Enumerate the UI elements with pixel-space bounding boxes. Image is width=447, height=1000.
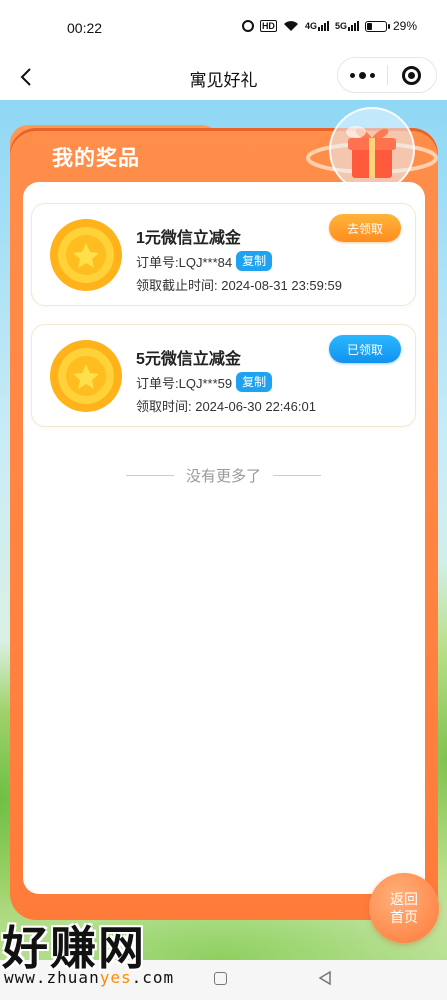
- back-to-home-button[interactable]: 返回 首页: [369, 873, 439, 943]
- battery-text: 29%: [392, 19, 417, 33]
- order-number-text: 订单号:LQJ***59: [136, 375, 233, 391]
- prize-name: 1元微信立减金: [136, 230, 241, 247]
- alarm-icon: [241, 20, 254, 32]
- nav-bar: 寓见好礼: [0, 54, 447, 100]
- prize-name: 5元微信立减金: [136, 351, 241, 368]
- home-button-line2: 首页: [390, 909, 418, 925]
- coin-icon: [50, 340, 122, 412]
- system-nav-bar: [0, 960, 447, 1000]
- prize-card: 1元微信立减金 订单号:LQJ***84 复制 领取截止时间: 2024-08-…: [31, 203, 416, 306]
- status-time: 00:22: [67, 20, 103, 36]
- mini-program-capsule: [337, 57, 437, 93]
- divider-line: [273, 475, 321, 476]
- list-end-indicator: 没有更多了: [0, 465, 447, 486]
- target-close-icon: [402, 65, 422, 85]
- claim-deadline: 领取截止时间: 2024-08-31 23:59:59: [136, 278, 342, 293]
- copy-button[interactable]: 复制: [236, 372, 273, 392]
- more-dot-icon: [349, 72, 355, 78]
- system-home-icon[interactable]: [214, 972, 227, 985]
- hd-icon: HD: [259, 20, 277, 32]
- no-more-text: 没有更多了: [185, 468, 261, 485]
- prize-card: 5元微信立减金 订单号:LQJ***59 复制 领取时间: 2024-06-30…: [31, 324, 416, 427]
- more-dot-icon: [369, 72, 375, 78]
- wifi-icon: [283, 21, 298, 31]
- battery-level: [366, 22, 372, 30]
- coin-icon: [50, 219, 122, 291]
- more-menu-button[interactable]: [338, 71, 387, 79]
- claimed-status-button[interactable]: 已领取: [329, 335, 401, 363]
- claim-time: 领取时间: 2024-06-30 22:46:01: [136, 399, 316, 414]
- signal-4g-icon: 4G: [305, 21, 329, 31]
- home-button-line1: 返回: [390, 891, 418, 907]
- system-back-icon[interactable]: [318, 970, 332, 986]
- status-icons: HD 4G 5G 29%: [241, 19, 417, 33]
- battery-icon: [364, 20, 390, 32]
- status-bar: 00:22 HD 4G 5G 29%: [0, 0, 447, 54]
- order-number-text: 订单号:LQJ***84: [136, 254, 233, 270]
- order-number: 订单号:LQJ***59 复制: [136, 372, 273, 392]
- claim-button[interactable]: 去领取: [329, 214, 401, 242]
- divider-line: [125, 475, 174, 476]
- copy-button[interactable]: 复制: [236, 251, 273, 271]
- close-mini-program-button[interactable]: [388, 65, 437, 85]
- signal-5g-icon: 5G: [335, 21, 359, 31]
- panel-title: 我的奖品: [52, 147, 140, 170]
- more-dot-icon: [358, 71, 366, 79]
- order-number: 订单号:LQJ***84 复制: [136, 251, 273, 271]
